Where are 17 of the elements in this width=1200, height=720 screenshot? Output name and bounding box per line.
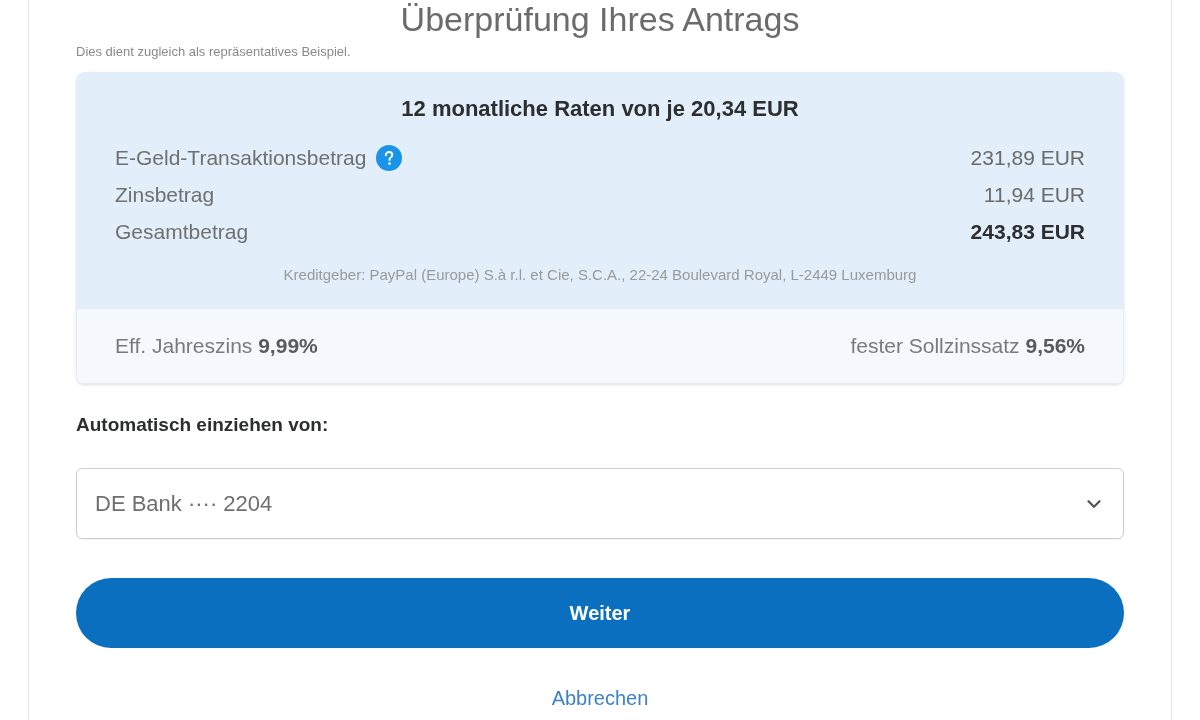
installment-heading: 12 monatliche Raten von je 20,34 EUR <box>401 95 799 123</box>
amount-value: 231,89 EUR <box>970 144 1085 171</box>
amount-value: 243,83 EUR <box>970 218 1085 245</box>
page-subtitle: Dies dient zugleich als repräsentatives Beispiel. <box>76 44 351 60</box>
interest-rate-text: fester Sollzinssatz 9,56% <box>850 333 1085 360</box>
debit-source-label: Automatisch einziehen von: <box>76 413 329 437</box>
cancel-link[interactable]: Abbrechen <box>551 686 649 710</box>
lender-note: Kreditgeber: PayPal (Europe) S.à r.l. et Cie, S.C.A., 22-24 Boulevard Royal, L-2449 Luxemburg <box>283 266 917 284</box>
amount-label: E-Geld-Transaktionsbetrag <box>115 144 367 171</box>
page-title: Überprüfung Ihres Antrags <box>400 0 800 38</box>
interest-rate-text: Eff. Jahreszins 9,99% <box>115 333 318 360</box>
amount-value: 11,94 EUR <box>983 181 1085 208</box>
continue-button[interactable]: Weiter <box>76 578 1124 648</box>
amount-label: Zinsbetrag <box>115 181 215 208</box>
bank-account-select[interactable]: DE Bank ···· 2204 <box>76 468 1124 539</box>
amount-label: Gesamtbetrag <box>115 218 249 245</box>
help-icon[interactable] <box>376 144 403 171</box>
